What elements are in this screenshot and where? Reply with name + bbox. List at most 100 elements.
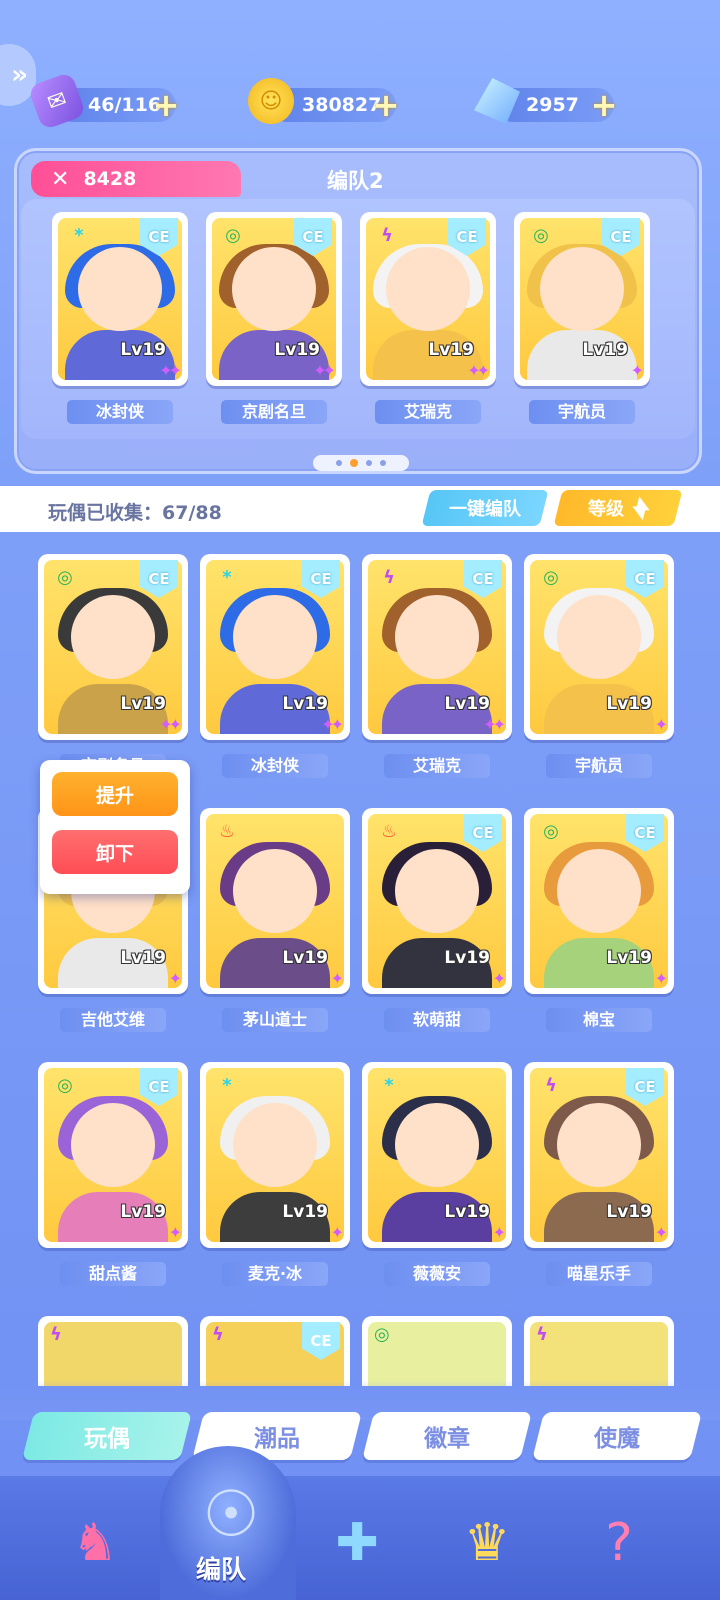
coins-value: 380827 [302, 94, 382, 116]
doll-level: Lv19 [282, 694, 328, 714]
element-icon: ◎ [57, 1074, 73, 1096]
element-icon: ϟ [545, 1074, 557, 1096]
doll-level: Lv19 [120, 948, 166, 968]
star-rank-icon: ✦ [654, 715, 669, 734]
collection-bar: 玩偶已收集：67/88 一键编队 等级 ▲ ▼ [0, 486, 720, 532]
team-power-value: 8428 [83, 168, 137, 190]
nav-team-button[interactable]: ☉ [186, 1470, 276, 1560]
stamina-value: 46/116 [88, 94, 162, 116]
page-dot[interactable] [380, 460, 386, 466]
stamina-plus-button[interactable]: + [152, 86, 180, 124]
doll-card-partial[interactable]: ϟ [524, 1316, 674, 1386]
doll-action-popup: 提升 卸下 [40, 760, 190, 894]
double-chevron-icon: » [11, 60, 28, 90]
element-icon: ◎ [533, 224, 549, 246]
star-rank-icon: ✦ [630, 361, 645, 380]
element-icon: ϟ [381, 224, 393, 246]
stamina-resource: ✉ 46/116 + [27, 71, 179, 131]
element-icon: ϟ [50, 1324, 62, 1345]
coins-resource: ☺ 380827 + [248, 78, 399, 124]
tab-familiars[interactable]: 使魔 [532, 1412, 702, 1460]
element-icon: ϟ [212, 1324, 224, 1345]
crystal-icon [474, 78, 520, 124]
doll-card[interactable]: ◎ CE Lv19 ✦✦ [38, 554, 188, 740]
team-member-card[interactable]: ◎ CE Lv19 ✦✦ [206, 212, 342, 386]
team-page-indicator[interactable] [313, 455, 409, 471]
team-member-nameplate: 京剧名旦 [221, 400, 327, 424]
star-rank-icon: ✦ [492, 1223, 507, 1242]
page-dot-active[interactable] [350, 459, 358, 467]
element-icon: ♨ [380, 820, 398, 842]
doll-card[interactable]: * Lv19 ✦ [200, 1062, 350, 1248]
nav-character-button[interactable]: ♞ [54, 1502, 136, 1584]
doll-card[interactable]: ♨ Lv19 ✦ [200, 808, 350, 994]
doll-nameplate: 宇航员 [546, 754, 652, 778]
star-rank-icon: ✦✦ [313, 361, 336, 380]
element-icon: ◎ [57, 566, 73, 588]
doll-face [557, 594, 641, 679]
nav-trophy-button[interactable]: ♛ [446, 1502, 528, 1584]
doll-face [78, 247, 162, 332]
nav-team-label: 编队 [196, 1555, 247, 1584]
element-icon: ϟ [536, 1324, 548, 1345]
shop-icon: ? [605, 1513, 633, 1573]
doll-card-partial[interactable]: ϟ CE [200, 1316, 350, 1386]
team-member-card[interactable]: * CE Lv19 ✦✦ [52, 212, 188, 386]
doll-card[interactable]: * CE Lv19 ✦✦ [200, 554, 350, 740]
team-name: 编队2 [327, 169, 384, 193]
team-member-card[interactable]: ϟ CE Lv19 ✦✦ [360, 212, 496, 386]
star-rank-icon: ✦✦ [467, 361, 490, 380]
nav-shop-button[interactable]: ? [578, 1502, 660, 1584]
doll-face [557, 848, 641, 933]
star-rank-icon: ✦ [654, 969, 669, 988]
page-dot[interactable] [366, 460, 372, 466]
doll-card-partial[interactable]: ◎ [362, 1316, 512, 1386]
doll-level: Lv19 [444, 1202, 490, 1222]
doll-portrait [530, 1322, 668, 1386]
doll-card[interactable]: ϟ CE Lv19 ✦✦ [362, 554, 512, 740]
level-sort-button[interactable]: 等级 ▲ ▼ [553, 490, 683, 526]
star-rank-icon: ✦ [168, 969, 183, 988]
tab-badges[interactable]: 徽章 [362, 1412, 532, 1460]
puzzle-icon: ✚ [335, 1513, 379, 1573]
doll-nameplate: 麦克·冰 [222, 1262, 328, 1286]
doll-level: Lv19 [282, 948, 328, 968]
doll-card[interactable]: ϟ CE Lv19 ✦ [524, 1062, 674, 1248]
doll-card[interactable]: ◎ CE Lv19 ✦ [524, 808, 674, 994]
one-key-team-button[interactable]: 一键编队 [421, 490, 549, 526]
doll-face [395, 1102, 479, 1187]
upgrade-button[interactable]: 提升 [52, 772, 178, 816]
gems-value: 2957 [526, 94, 579, 116]
page-dot[interactable] [336, 460, 342, 466]
element-icon: ◎ [225, 224, 241, 246]
nav-puzzle-button[interactable]: ✚ [316, 1502, 398, 1584]
tab-label: 使魔 [594, 1426, 640, 1452]
doll-card[interactable]: ◎ CE Lv19 ✦ [38, 1062, 188, 1248]
doll-card[interactable]: ♨ CE Lv19 ✦ [362, 808, 512, 994]
gems-resource: 2957 + [474, 78, 617, 124]
doll-portrait [44, 1322, 182, 1386]
element-icon: ◎ [543, 820, 559, 842]
doll-card[interactable]: * Lv19 ✦ [362, 1062, 512, 1248]
team-member-nameplate: 冰封侠 [67, 400, 173, 424]
team-member-card[interactable]: ◎ CE Lv19 ✦ [514, 212, 650, 386]
doll-level: Lv19 [282, 1202, 328, 1222]
tab-dolls[interactable]: 玩偶 [22, 1412, 192, 1460]
star-rank-icon: ✦ [330, 969, 345, 988]
doll-face [395, 594, 479, 679]
doll-card-partial[interactable]: ϟ [38, 1316, 188, 1386]
doll-level: Lv19 [606, 1202, 652, 1222]
doll-nameplate: 艾瑞克 [384, 754, 490, 778]
doll-face [395, 848, 479, 933]
doll-level: Lv19 [120, 1202, 166, 1222]
crossed-swords-icon: ✕ [51, 166, 70, 192]
unload-button[interactable]: 卸下 [52, 830, 178, 874]
doll-nameplate: 喵星乐手 [546, 1262, 652, 1286]
gems-plus-button[interactable]: + [590, 86, 618, 124]
doll-level: Lv19 [120, 340, 166, 360]
element-icon: * [222, 1074, 232, 1096]
bottom-nav: ♞ ☉ ✚ ♛ ? [0, 1446, 720, 1600]
doll-nameplate: 棉宝 [546, 1008, 652, 1032]
doll-card[interactable]: ◎ CE Lv19 ✦ [524, 554, 674, 740]
coins-plus-button[interactable]: + [372, 86, 400, 124]
